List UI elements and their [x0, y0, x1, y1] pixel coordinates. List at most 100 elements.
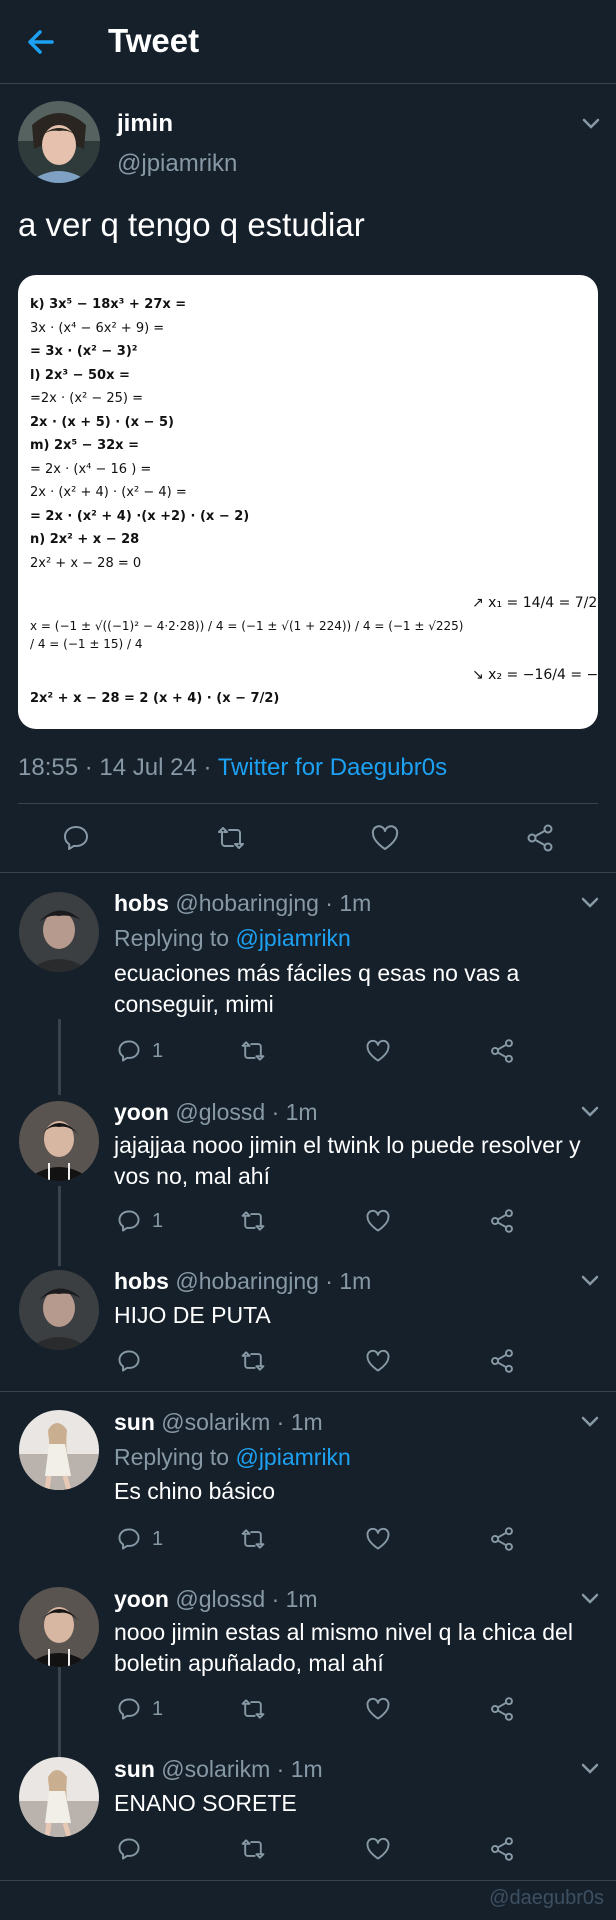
top-bar: Tweet	[0, 0, 616, 84]
like-icon[interactable]	[365, 1348, 391, 1374]
share-icon[interactable]	[489, 1348, 515, 1374]
replying-to: Replying to @jpiamrikn	[114, 925, 351, 952]
like-icon[interactable]	[365, 1526, 391, 1552]
tweet-image[interactable]: k) 3x⁵ − 18x³ + 27x = 3x · (x⁴ − 6x² + 9…	[18, 275, 598, 729]
retweet-icon[interactable]	[240, 1348, 266, 1374]
replying-to-label: Replying to	[114, 925, 236, 951]
reply-author-handle[interactable]: @hobaringjng · 1m	[175, 1268, 371, 1294]
math-line: 2x · (x + 5) · (x − 5)	[30, 414, 174, 430]
replying-to-link[interactable]: @jpiamrikn	[235, 925, 350, 951]
retweet-icon[interactable]	[240, 1836, 266, 1862]
reply-text: nooo jimin estas al mismo nivel q la chi…	[114, 1619, 573, 1676]
reply-icon[interactable]	[116, 1208, 142, 1234]
reply-author-handle[interactable]: @hobaringjng · 1m	[175, 890, 371, 916]
tweet-metadata: 18:55 · 14 Jul 24 · Twitter for Daegubr0…	[18, 754, 447, 782]
reply-icon[interactable]	[116, 1836, 142, 1862]
reply-author-handle[interactable]: @glossd · 1m	[175, 1586, 317, 1612]
share-icon[interactable]	[489, 1526, 515, 1552]
reply-author-handle[interactable]: @solarikm · 1m	[161, 1756, 322, 1782]
replying-to: Replying to @jpiamrikn	[114, 1444, 351, 1471]
separator	[0, 1391, 616, 1392]
replying-to-link[interactable]: @jpiamrikn	[235, 1444, 350, 1470]
reply-icon[interactable]	[116, 1348, 142, 1374]
chevron-down-icon[interactable]	[580, 1274, 600, 1288]
thread-line	[58, 1186, 61, 1266]
chevron-down-icon[interactable]	[580, 1762, 600, 1776]
page-title: Tweet	[108, 22, 200, 59]
chevron-down-icon[interactable]	[580, 1415, 600, 1429]
reply-header: hobs @hobaringjng · 1m	[114, 890, 371, 917]
share-icon[interactable]	[489, 1696, 515, 1722]
reply-icon[interactable]	[61, 823, 91, 853]
like-icon[interactable]	[365, 1038, 391, 1064]
divider	[18, 803, 598, 804]
back-arrow-icon[interactable]	[22, 24, 62, 60]
reply-header: yoon @glossd · 1m	[114, 1586, 318, 1613]
reply-author-name[interactable]: sun	[114, 1409, 155, 1435]
chevron-down-icon[interactable]	[581, 117, 601, 131]
author-handle[interactable]: @jpiamrikn	[117, 150, 237, 178]
retweet-icon[interactable]	[240, 1696, 266, 1722]
share-icon[interactable]	[489, 1038, 515, 1064]
reply-author-name[interactable]: yoon	[114, 1099, 169, 1125]
avatar[interactable]	[19, 1757, 99, 1837]
separator	[0, 1880, 616, 1881]
math-formula: x = (−1 ± √((−1)² − 4·2·28)) / 4 = (−1 ±…	[30, 619, 464, 651]
retweet-icon[interactable]	[216, 823, 246, 853]
thread-line	[58, 1019, 61, 1095]
avatar[interactable]	[19, 892, 99, 972]
math-root-two: ↘ x₂ = −16/4 = −4	[472, 667, 598, 683]
math-line: 3x · (x⁴ − 6x² + 9) =	[30, 320, 165, 336]
tweet-source[interactable]: Twitter for Daegubr0s	[218, 754, 447, 781]
math-root-one: ↗ x₁ = 14/4 = 7/2	[472, 595, 598, 611]
avatar[interactable]	[19, 1270, 99, 1350]
replying-to-label: Replying to	[114, 1444, 236, 1470]
reply-icon[interactable]	[116, 1696, 142, 1722]
avatar[interactable]	[19, 1587, 99, 1667]
reply-count: 1	[152, 1528, 164, 1550]
math-line: m) 2x⁵ − 32x =	[30, 438, 139, 453]
reply-author-name[interactable]: sun	[114, 1756, 155, 1782]
reply-header: sun @solarikm · 1m	[114, 1409, 323, 1436]
author-name[interactable]: jimin	[117, 110, 173, 138]
reply-count: 1	[152, 1040, 164, 1062]
retweet-icon[interactable]	[240, 1208, 266, 1234]
reply-header: hobs @hobaringjng · 1m	[114, 1268, 371, 1295]
math-line: n) 2x² + x − 28	[30, 532, 140, 547]
reply-author-name[interactable]: hobs	[114, 1268, 169, 1294]
reply-header: sun @solarikm · 1m	[114, 1756, 323, 1783]
reply-author-handle[interactable]: @glossd · 1m	[175, 1099, 317, 1125]
math-line: 2x² + x − 28 = 0	[30, 555, 142, 571]
avatar[interactable]	[18, 101, 100, 183]
reply-count: 1	[152, 1210, 164, 1232]
retweet-icon[interactable]	[240, 1526, 266, 1552]
chevron-down-icon[interactable]	[580, 896, 600, 910]
share-icon[interactable]	[489, 1208, 515, 1234]
avatar[interactable]	[19, 1101, 99, 1181]
reply-icon[interactable]	[116, 1038, 142, 1064]
share-icon[interactable]	[489, 1836, 515, 1862]
separator	[0, 872, 616, 873]
chevron-down-icon[interactable]	[580, 1105, 600, 1119]
reply-text: jajajjaa nooo jimin el twink lo puede re…	[114, 1132, 581, 1189]
math-notes: k) 3x⁵ − 18x³ + 27x = 3x · (x⁴ − 6x² + 9…	[30, 293, 249, 575]
like-icon[interactable]	[365, 1696, 391, 1722]
reply-text: ecuaciones más fáciles q esas no vas a c…	[114, 960, 520, 1017]
like-icon[interactable]	[370, 823, 400, 853]
reply-count: 1	[152, 1698, 164, 1720]
avatar[interactable]	[19, 1410, 99, 1490]
math-line: = 3x · (x² − 3)²	[30, 344, 138, 359]
reply-author-handle[interactable]: @solarikm · 1m	[161, 1409, 322, 1435]
retweet-icon[interactable]	[240, 1038, 266, 1064]
tweet-text: a ver q tengo q estudiar	[18, 206, 365, 243]
like-icon[interactable]	[365, 1208, 391, 1234]
math-factored: 2x² + x − 28 = 2 (x + 4) · (x − 7/2)	[30, 691, 280, 706]
chevron-down-icon[interactable]	[580, 1592, 600, 1606]
reply-text: Es chino básico	[114, 1478, 276, 1504]
share-icon[interactable]	[525, 823, 555, 853]
like-icon[interactable]	[365, 1836, 391, 1862]
reply-author-name[interactable]: yoon	[114, 1586, 169, 1612]
reply-icon[interactable]	[116, 1526, 142, 1552]
reply-author-name[interactable]: hobs	[114, 890, 169, 916]
reply-header: yoon @glossd · 1m	[114, 1099, 318, 1126]
